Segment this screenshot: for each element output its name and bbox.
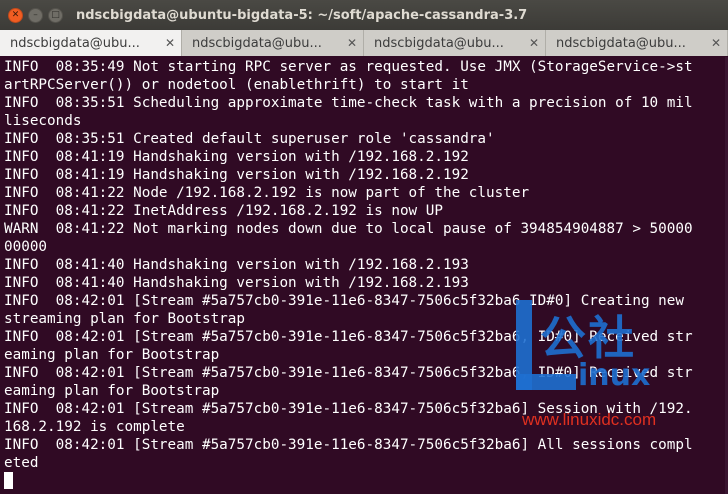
terminal-line: INFO 08:35:49 Not starting RPC server as… [4, 59, 693, 75]
text-cursor [4, 472, 13, 489]
terminal-line: INFO 08:42:01 [Stream #5a757cb0-391e-11e… [4, 365, 693, 381]
terminal-line: INFO 08:41:22 Node /192.168.2.192 is now… [4, 185, 530, 201]
terminal-line: eted [4, 455, 39, 471]
terminal-line: eaming plan for Bootstrap [4, 347, 220, 363]
tab-close-icon[interactable]: ✕ [711, 35, 721, 51]
window-title: ndscbigdata@ubuntu-bigdata-5: ~/soft/apa… [76, 7, 528, 23]
tab-label: ndscbigdata@ubu... [192, 35, 322, 51]
terminal-line: INFO 08:41:22 InetAddress /192.168.2.192… [4, 203, 443, 219]
terminal-line: INFO 08:35:51 Created default superuser … [4, 131, 495, 147]
terminal-line: streaming plan for Bootstrap [4, 311, 246, 327]
terminal-line: INFO 08:41:40 Handshaking version with /… [4, 257, 469, 273]
terminal-line: artRPCServer()) or nodetool (enablethrif… [4, 77, 469, 93]
maximize-window-button[interactable]: □ [48, 7, 63, 23]
tab-label: ndscbigdata@ubu... [374, 35, 504, 51]
terminal-window: ✕ – □ ndscbigdata@ubuntu-bigdata-5: ~/so… [0, 0, 728, 494]
tab-close-icon[interactable]: ✕ [529, 35, 539, 51]
terminal-line: eaming plan for Bootstrap [4, 383, 220, 399]
terminal-line: INFO 08:42:01 [Stream #5a757cb0-391e-11e… [4, 437, 693, 453]
tab-close-icon[interactable]: ✕ [347, 35, 357, 51]
minimize-icon: – [33, 9, 38, 20]
terminal-prompt-line[interactable] [4, 472, 728, 490]
terminal-line: INFO 08:42:01 [Stream #5a757cb0-391e-11e… [4, 329, 693, 345]
terminal-line: INFO 08:42:01 [Stream #5a757cb0-391e-11e… [4, 401, 693, 417]
terminal-line: liseconds [4, 113, 82, 129]
tab-label: ndscbigdata@ubu... [556, 35, 686, 51]
minimize-window-button[interactable]: – [28, 7, 43, 23]
tab-2[interactable]: ndscbigdata@ubu... ✕ [182, 30, 364, 56]
tab-bar: ndscbigdata@ubu... ✕ ndscbigdata@ubu... … [0, 30, 728, 56]
terminal-line: 00000 [4, 239, 48, 255]
terminal-line: INFO 08:35:51 Scheduling approximate tim… [4, 95, 693, 111]
tab-1[interactable]: ndscbigdata@ubu... ✕ [0, 30, 182, 56]
close-icon: ✕ [11, 9, 20, 20]
terminal-output[interactable]: INFO 08:35:49 Not starting RPC server as… [0, 57, 728, 494]
terminal-line: WARN 08:41:22 Not marking nodes down due… [4, 221, 693, 237]
maximize-icon: □ [51, 9, 60, 20]
title-bar: ✕ – □ ndscbigdata@ubuntu-bigdata-5: ~/so… [0, 0, 728, 30]
terminal-line: INFO 08:41:19 Handshaking version with /… [4, 149, 469, 165]
terminal-line: INFO 08:41:19 Handshaking version with /… [4, 167, 469, 183]
tab-label: ndscbigdata@ubu... [10, 35, 140, 51]
tab-3[interactable]: ndscbigdata@ubu... ✕ [364, 30, 546, 56]
terminal-line: INFO 08:41:40 Handshaking version with /… [4, 275, 469, 291]
terminal-line: 168.2.192 is complete [4, 419, 185, 435]
terminal-line: INFO 08:42:01 [Stream #5a757cb0-391e-11e… [4, 293, 684, 309]
close-window-button[interactable]: ✕ [8, 7, 23, 23]
tab-4[interactable]: ndscbigdata@ubu... ✕ [546, 30, 728, 56]
tab-close-icon[interactable]: ✕ [165, 35, 175, 51]
